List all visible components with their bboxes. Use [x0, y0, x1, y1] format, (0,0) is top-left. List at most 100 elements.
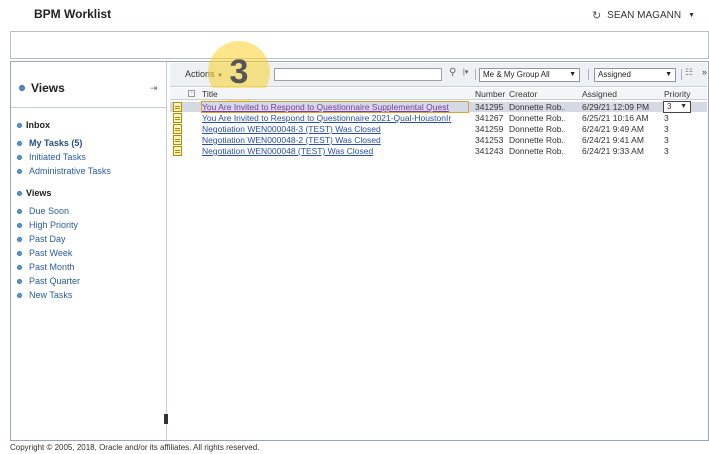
nav-item-label[interactable]: Past Week	[29, 248, 72, 258]
task-number: 341259	[475, 124, 504, 134]
step-number: 3	[229, 52, 249, 91]
table-row[interactable]: You Are Invited to Respond to Questionna…	[170, 101, 707, 113]
table-row[interactable]: Negotiation WEN000048 (TEST) Was Closed …	[170, 146, 707, 156]
column-header-assigned[interactable]: Assigned	[582, 89, 617, 99]
more-tools-button[interactable]: »	[702, 67, 707, 77]
nav-item-administrative-tasks[interactable]: Administrative Tasks	[17, 166, 111, 176]
user-name[interactable]: SEAN MAGANN	[607, 10, 681, 21]
bullet-icon	[17, 208, 22, 214]
pin-icon[interactable]: ⇥	[150, 83, 158, 94]
views-section-title[interactable]: Views	[17, 188, 51, 198]
nav-item-past-month[interactable]: Past Month	[17, 262, 75, 272]
top-bar	[10, 31, 709, 59]
nav-item-label[interactable]: My Tasks (5)	[29, 138, 82, 148]
bullet-icon	[17, 236, 22, 242]
bullet-icon	[17, 278, 22, 284]
nav-item-initiated-tasks[interactable]: Initiated Tasks	[17, 152, 86, 162]
table-header: ▫ Title Number Creator Assigned Priority	[170, 88, 707, 100]
task-number: 341243	[475, 146, 504, 156]
bullet-icon	[17, 154, 22, 160]
bullet-icon	[17, 222, 22, 228]
nav-item-label[interactable]: Administrative Tasks	[29, 166, 111, 176]
worklist-frame: Views ⇥ Inbox My Tasks (5) Initiated Tas…	[10, 41, 709, 441]
task-assigned-date: 6/24/21 9:49 AM	[582, 124, 644, 134]
assignee-filter-value[interactable]: Me & My Group All	[483, 70, 550, 79]
task-toolbar: Actions ▼ 3 ⚲ |▾ Me & My Group All ▼ Ass…	[170, 41, 707, 103]
sort-icon[interactable]: ▫	[188, 90, 195, 97]
nav-item-label[interactable]: Initiated Tasks	[29, 152, 86, 162]
task-creator: Donnette Rob...	[509, 113, 565, 123]
inbox-label[interactable]: Inbox	[26, 120, 50, 130]
divider	[11, 107, 166, 108]
divider	[588, 69, 589, 80]
inbox-section-title[interactable]: Inbox	[17, 120, 50, 130]
task-creator: Donnette Rob...	[509, 146, 565, 156]
column-header-number[interactable]: Number	[475, 89, 505, 99]
task-assigned-date: 6/25/21 10:16 AM	[582, 113, 649, 123]
column-header-priority[interactable]: Priority	[664, 89, 690, 99]
user-menu[interactable]: ↻ SEAN MAGANN ▼	[592, 9, 695, 22]
chevron-down-icon[interactable]: ▼	[569, 69, 576, 81]
search-icon[interactable]: ⚲	[449, 67, 456, 78]
task-number: 341295	[475, 102, 504, 112]
status-filter-value[interactable]: Assigned	[598, 70, 631, 79]
refresh-icon[interactable]: ↻	[592, 9, 601, 22]
nav-item-past-week[interactable]: Past Week	[17, 248, 72, 258]
task-title-link[interactable]: You Are Invited to Respond to Questionna…	[202, 113, 468, 123]
task-creator: Donnette Rob...	[509, 102, 565, 112]
divider	[681, 69, 682, 80]
table-row[interactable]: Negotiation WEN000048-3 (TEST) Was Close…	[170, 124, 707, 134]
nav-item-past-quarter[interactable]: Past Quarter	[17, 276, 80, 286]
nav-item-label[interactable]: Due Soon	[29, 206, 69, 216]
bullet-icon	[17, 264, 22, 270]
nav-item-label[interactable]: Past Day	[29, 234, 66, 244]
copyright-footer: Copyright © 2005, 2018, Oracle and/or it…	[10, 443, 260, 452]
nav-item-my-tasks[interactable]: My Tasks (5)	[17, 138, 82, 148]
assignee-filter-select[interactable]: Me & My Group All ▼	[479, 68, 580, 82]
table-row[interactable]: You Are Invited to Respond to Questionna…	[170, 113, 707, 123]
nav-item-label[interactable]: Past Quarter	[29, 276, 80, 286]
task-assigned-date: 6/29/21 12:09 PM	[582, 102, 650, 112]
nav-item-label[interactable]: Past Month	[29, 262, 75, 272]
priority-value[interactable]: 3	[667, 102, 671, 111]
task-document-icon	[173, 135, 182, 145]
task-title-link[interactable]: Negotiation WEN000048 (TEST) Was Closed	[202, 146, 468, 156]
nav-item-past-day[interactable]: Past Day	[17, 234, 66, 244]
nav-item-high-priority[interactable]: High Priority	[17, 220, 78, 230]
column-header-title[interactable]: Title	[202, 89, 218, 99]
bullet-icon	[17, 140, 22, 146]
priority-select[interactable]: 3 ▼	[663, 101, 691, 113]
chevron-down-icon[interactable]: ▼	[665, 69, 672, 81]
search-input[interactable]	[274, 68, 442, 81]
nav-item-label[interactable]: High Priority	[29, 220, 78, 230]
task-document-icon	[173, 102, 182, 112]
chevron-down-icon[interactable]: ▼	[680, 102, 687, 112]
views-panel-header: Views	[19, 81, 65, 95]
task-document-icon	[173, 146, 182, 156]
task-title-link[interactable]: Negotiation WEN000048-3 (TEST) Was Close…	[202, 124, 468, 134]
task-title-link[interactable]: Negotiation WEN000048-2 (TEST) Was Close…	[202, 135, 468, 145]
table-row[interactable]: Negotiation WEN000048-2 (TEST) Was Close…	[170, 135, 707, 145]
nav-item-new-tasks[interactable]: New Tasks	[17, 290, 72, 300]
nav-item-label[interactable]: New Tasks	[29, 290, 72, 300]
column-header-creator[interactable]: Creator	[509, 89, 537, 99]
task-title-link[interactable]: You Are Invited to Respond to Questionna…	[201, 101, 469, 113]
bullet-icon	[17, 122, 22, 128]
task-document-icon	[173, 124, 182, 134]
bullet-icon	[17, 168, 22, 174]
status-filter-select[interactable]: Assigned ▼	[594, 68, 676, 82]
task-list-panel: Actions ▼ 3 ⚲ |▾ Me & My Group All ▼ Ass…	[169, 41, 708, 440]
chevron-down-icon[interactable]: ▼	[688, 12, 695, 19]
columns-icon[interactable]: ☷	[685, 67, 693, 78]
views-label[interactable]: Views	[26, 188, 51, 198]
task-assigned-date: 6/24/21 9:41 AM	[582, 135, 644, 145]
bullet-icon	[17, 190, 22, 196]
bullet-icon	[17, 250, 22, 256]
collapse-panel-handle[interactable]	[164, 414, 168, 424]
nav-item-due-soon[interactable]: Due Soon	[17, 206, 69, 216]
bullet-icon	[19, 85, 25, 91]
views-panel-title: Views	[31, 81, 65, 95]
task-creator: Donnette Rob...	[509, 135, 565, 145]
bullet-icon	[17, 292, 22, 298]
chevron-down-icon[interactable]: |▾	[463, 68, 468, 76]
